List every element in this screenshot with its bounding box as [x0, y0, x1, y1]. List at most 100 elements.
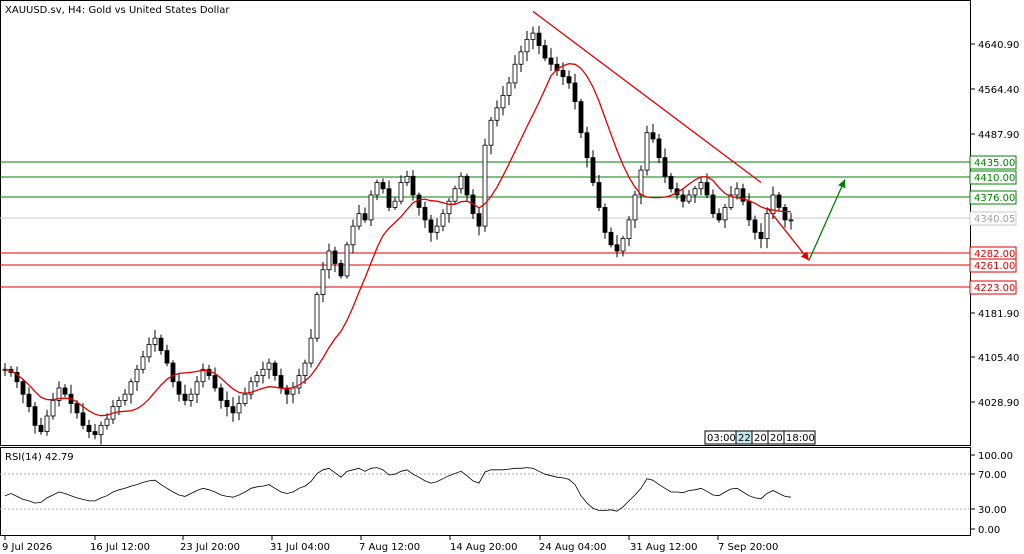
candle-body[interactable]	[542, 45, 548, 59]
candle-body[interactable]	[230, 406, 236, 414]
candle-body[interactable]	[218, 387, 224, 401]
candle-body[interactable]	[158, 337, 164, 352]
candle-body[interactable]	[560, 70, 566, 78]
candle-body[interactable]	[434, 225, 440, 233]
candle-body[interactable]	[428, 219, 434, 233]
candle-body[interactable]	[362, 213, 368, 221]
candle-body[interactable]	[512, 63, 518, 84]
candle-body[interactable]	[326, 250, 332, 271]
candle-body[interactable]	[140, 356, 146, 370]
candle-body[interactable]	[80, 412, 86, 426]
candle-body[interactable]	[32, 406, 38, 426]
candle-body[interactable]	[308, 337, 314, 364]
candle-body[interactable]	[788, 219, 794, 222]
candle-body[interactable]	[188, 393, 194, 401]
candle-body[interactable]	[260, 368, 266, 376]
candle-body[interactable]	[620, 238, 626, 252]
candle-body[interactable]	[272, 362, 278, 376]
candle-body[interactable]	[704, 182, 710, 196]
candle-body[interactable]	[266, 362, 272, 370]
candle-body[interactable]	[500, 94, 506, 109]
candle-body[interactable]	[74, 403, 80, 414]
candle-body[interactable]	[98, 424, 104, 436]
candle-body[interactable]	[170, 362, 176, 383]
candle-body[interactable]	[524, 38, 530, 53]
candle-body[interactable]	[476, 213, 482, 227]
candle-body[interactable]	[212, 375, 218, 389]
candle-body[interactable]	[626, 219, 632, 239]
candle-body[interactable]	[572, 82, 578, 103]
candle-body[interactable]	[146, 343, 152, 358]
candle-body[interactable]	[668, 175, 674, 190]
candle-body[interactable]	[176, 381, 182, 395]
candle-body[interactable]	[404, 175, 410, 183]
candle-body[interactable]	[350, 225, 356, 246]
candle-body[interactable]	[536, 32, 542, 46]
candle-body[interactable]	[152, 337, 158, 345]
candle-body[interactable]	[194, 381, 200, 395]
candle-body[interactable]	[734, 188, 740, 196]
rsi-panel[interactable]	[0, 447, 971, 536]
candle-body[interactable]	[608, 231, 614, 246]
candle-body[interactable]	[410, 175, 416, 196]
candle-body[interactable]	[398, 182, 404, 202]
candle-body[interactable]	[458, 175, 464, 190]
candle-body[interactable]	[86, 424, 92, 432]
candle-body[interactable]	[344, 244, 350, 277]
candle-body[interactable]	[746, 200, 752, 221]
candle-body[interactable]	[590, 157, 596, 183]
candle-body[interactable]	[38, 424, 44, 432]
candle-body[interactable]	[416, 194, 422, 208]
candle-body[interactable]	[680, 194, 686, 202]
candle-body[interactable]	[44, 415, 50, 432]
candle-body[interactable]	[314, 294, 320, 339]
candle-body[interactable]	[332, 250, 338, 264]
candle-body[interactable]	[182, 393, 188, 401]
candle-body[interactable]	[656, 138, 662, 159]
candle-body[interactable]	[488, 119, 494, 146]
candle-body[interactable]	[452, 188, 458, 202]
candle-body[interactable]	[290, 387, 296, 395]
candle-body[interactable]	[392, 200, 398, 208]
candle-body[interactable]	[764, 213, 770, 239]
candle-body[interactable]	[92, 431, 98, 436]
candle-body[interactable]	[782, 207, 788, 221]
candle-body[interactable]	[578, 101, 584, 134]
candle-body[interactable]	[482, 144, 488, 227]
candle-body[interactable]	[164, 350, 170, 364]
candle-body[interactable]	[710, 194, 716, 215]
candle-body[interactable]	[644, 132, 650, 171]
candle-body[interactable]	[26, 393, 32, 408]
candle-body[interactable]	[356, 213, 362, 227]
candle-body[interactable]	[464, 175, 470, 196]
candle-body[interactable]	[566, 76, 572, 84]
candle-body[interactable]	[320, 269, 326, 295]
candle-body[interactable]	[302, 362, 308, 376]
candle-body[interactable]	[104, 418, 110, 426]
candle-body[interactable]	[776, 194, 782, 208]
candle-body[interactable]	[116, 400, 122, 408]
time-scroll-indicator[interactable]: 03:00 22 20 20 18:00	[704, 430, 816, 445]
candle-body[interactable]	[440, 213, 446, 227]
candle-body[interactable]	[650, 132, 656, 140]
candle-body[interactable]	[368, 194, 374, 221]
candle-body[interactable]	[716, 213, 722, 221]
candle-body[interactable]	[380, 182, 386, 190]
candle-body[interactable]	[686, 194, 692, 202]
candle-body[interactable]	[134, 368, 140, 383]
candle-body[interactable]	[224, 400, 230, 408]
candle-body[interactable]	[662, 157, 668, 177]
candle-body[interactable]	[20, 381, 26, 395]
candle-body[interactable]	[758, 231, 764, 239]
candle-body[interactable]	[422, 207, 428, 221]
candle-body[interactable]	[122, 393, 128, 401]
candle-body[interactable]	[386, 188, 392, 208]
candle-body[interactable]	[530, 32, 536, 40]
candle-body[interactable]	[446, 200, 452, 215]
candle-body[interactable]	[692, 188, 698, 196]
candle-body[interactable]	[548, 57, 554, 65]
candle-body[interactable]	[638, 169, 644, 196]
trading-chart[interactable]: 4640.90 4564.40 4487.90 4181.90 4105.40 …	[0, 0, 1024, 554]
candle-body[interactable]	[236, 403, 242, 414]
candle-body[interactable]	[62, 387, 68, 395]
